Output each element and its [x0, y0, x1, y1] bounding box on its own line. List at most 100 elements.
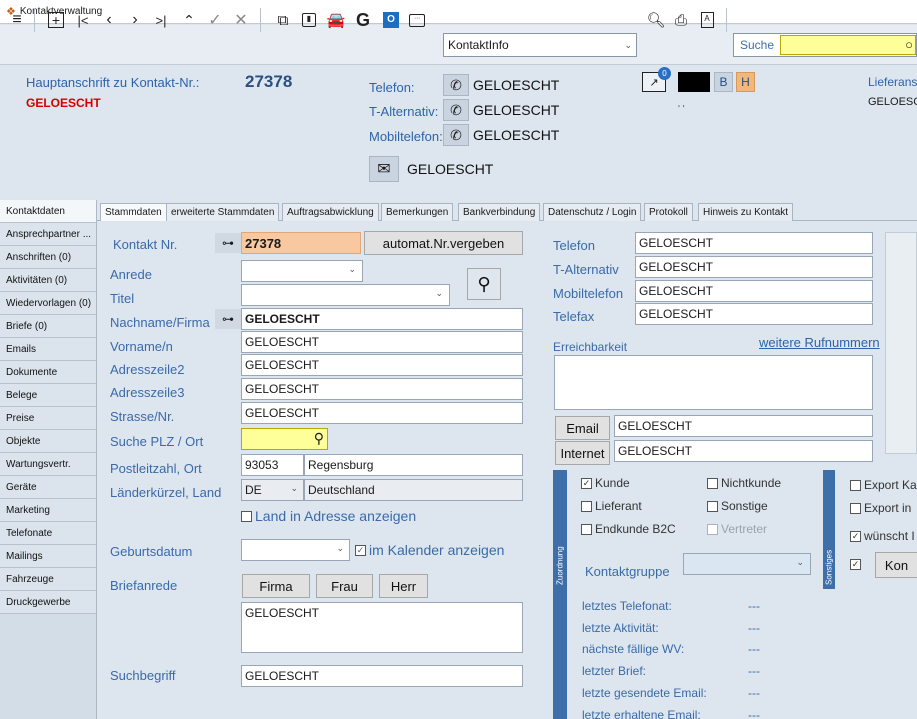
phone-icon[interactable]: ✆ — [443, 74, 469, 96]
email-button[interactable]: Email — [555, 416, 610, 440]
search-button[interactable]: ⚲ — [467, 268, 501, 300]
chart-icon[interactable]: ▮ — [298, 8, 320, 32]
pdf-icon[interactable]: A — [696, 8, 718, 32]
chevron-up-icon[interactable]: ⌃ — [178, 8, 200, 32]
add-record-button[interactable]: + — [44, 8, 68, 32]
sidebar-item-telefonate[interactable]: Telefonate — [0, 522, 96, 545]
extra-checkbox[interactable]: ✓ — [850, 559, 864, 570]
endkunde-checkbox[interactable]: Endkunde B2C — [581, 522, 676, 536]
suchbegriff-field[interactable]: GELOESCHT — [241, 665, 523, 687]
land-in-adresse-checkbox[interactable]: Land in Adresse anzeigen — [241, 508, 416, 524]
mobiltelefon-field[interactable]: GELOESCHT — [635, 280, 873, 302]
sidebar-item-objekte[interactable]: Objekte — [0, 430, 96, 453]
anrede-select[interactable]: ⌄ — [241, 260, 363, 282]
strasse-field[interactable]: GELOESCHT — [241, 402, 523, 424]
email-field[interactable]: GELOESCHT — [614, 415, 873, 437]
next-record-icon[interactable]: › — [124, 8, 146, 32]
lieferant-checkbox[interactable]: Lieferant — [581, 499, 642, 513]
firma-button[interactable]: Firma — [242, 574, 310, 598]
sidebar-item-briefe[interactable]: Briefe (0) — [0, 315, 96, 338]
frau-button[interactable]: Frau — [316, 574, 373, 598]
sidebar-item-anschriften[interactable]: Anschriften (0) — [0, 246, 96, 269]
vertreter-checkbox[interactable]: Vertreter — [707, 522, 767, 536]
telefax-field[interactable]: GELOESCHT — [635, 303, 873, 325]
b-button[interactable]: B — [714, 72, 733, 92]
search-input[interactable]: ○ — [780, 35, 916, 55]
keyboard-icon[interactable]: ⋯ — [406, 8, 428, 32]
tab-protokoll[interactable]: Protokoll — [644, 203, 693, 221]
internet-button[interactable]: Internet — [555, 441, 610, 465]
herr-button[interactable]: Herr — [379, 574, 428, 598]
sidebar-item-emails[interactable]: Emails — [0, 338, 96, 361]
sidebar-item-aktivitaeten[interactable]: Aktivitäten (0) — [0, 269, 96, 292]
previous-record-icon[interactable]: ‹ — [98, 8, 120, 32]
sidebar-item-druckgewerbe[interactable]: Druckgewerbe — [0, 591, 96, 614]
cancel-icon[interactable]: ✕ — [230, 8, 252, 32]
sidebar-item-kontaktdaten[interactable]: Kontaktdaten — [0, 200, 96, 223]
sidebar-item-belege[interactable]: Belege — [0, 384, 96, 407]
adresszeile3-field[interactable]: GELOESCHT — [241, 378, 523, 400]
tab-hinweis[interactable]: Hinweis zu Kontakt — [698, 203, 794, 221]
kontakt-nr-field[interactable]: 27378 — [241, 232, 361, 254]
tab-stammdaten[interactable]: Stammdaten — [100, 203, 167, 221]
nachname-field[interactable]: GELOESCHT — [241, 308, 523, 330]
phone-icon[interactable]: ✆ — [443, 124, 469, 146]
outlook-icon[interactable]: O — [380, 8, 402, 32]
tab-datenschutz[interactable]: Datenschutz / Login — [543, 203, 642, 221]
internet-field[interactable]: GELOESCHT — [614, 440, 873, 462]
copy-icon[interactable]: ⧉ — [272, 8, 294, 32]
export-ka-checkbox[interactable]: Export Ka — [850, 478, 917, 492]
nichtkunde-checkbox[interactable]: Nichtkunde — [707, 476, 781, 490]
mail-icon[interactable]: ✉ — [369, 156, 399, 182]
last-record-icon[interactable]: >| — [150, 8, 172, 32]
export-in-checkbox[interactable]: Export in — [850, 501, 911, 515]
first-record-icon[interactable]: |< — [72, 8, 94, 32]
t-alternativ-field[interactable]: GELOESCHT — [635, 256, 873, 278]
sidebar-item-fahrzeuge[interactable]: Fahrzeuge — [0, 568, 96, 591]
sonstige-checkbox[interactable]: Sonstige — [707, 499, 768, 513]
tab-auftragsabwicklung[interactable]: Auftragsabwicklung — [282, 203, 379, 221]
phone-icon[interactable]: ✆ — [443, 99, 469, 121]
sidebar-item-wartungsvertr[interactable]: Wartungsvertr. — [0, 453, 96, 476]
adresszeile2-field[interactable]: GELOESCHT — [241, 354, 523, 376]
kalender-checkbox[interactable]: ✓ im Kalender anzeigen — [355, 542, 504, 558]
vorname-field[interactable]: GELOESCHT — [241, 331, 523, 353]
land-code-select[interactable]: DE ⌄ — [241, 479, 304, 501]
car-icon[interactable]: 🚘 — [324, 8, 348, 32]
search-doc-icon[interactable]: 🔍︎ — [645, 8, 667, 32]
tab-bankverbindung[interactable]: Bankverbindung — [458, 203, 541, 221]
titel-select[interactable]: ⌄ — [241, 284, 450, 306]
google-icon[interactable]: G — [352, 8, 374, 32]
h-button[interactable]: H — [736, 72, 755, 92]
kunde-checkbox[interactable]: ✓ Kunde — [581, 476, 630, 490]
search-icon[interactable]: ○ — [905, 37, 913, 52]
sidebar-item-preise[interactable]: Preise — [0, 407, 96, 430]
plz-search-input[interactable]: ⚲ — [241, 428, 328, 450]
confirm-icon[interactable]: ✓ — [204, 8, 226, 32]
sidebar-item-ansprechpartner[interactable]: Ansprechpartner ... — [0, 223, 96, 246]
plz-field[interactable]: 93053 — [241, 454, 304, 476]
geburtsdatum-picker[interactable]: ⌄ — [241, 539, 350, 561]
kon-button[interactable]: Kon — [875, 552, 917, 578]
briefanrede-textarea[interactable]: GELOESCHT — [241, 602, 523, 653]
wuenscht-checkbox[interactable]: ✓ wünscht I — [850, 529, 915, 543]
ort-field[interactable]: Regensburg — [304, 454, 523, 476]
key-icon[interactable]: ⊶ — [215, 233, 241, 253]
tab-bemerkungen[interactable]: Bemerkungen — [381, 203, 454, 221]
sidebar-item-mailings[interactable]: Mailings — [0, 545, 96, 568]
view-combo[interactable]: KontaktInfo ⌄ — [443, 33, 637, 57]
tab-erweiterte-stammdaten[interactable]: erweiterte Stammdaten — [166, 203, 280, 221]
kontaktgruppe-select[interactable]: ⌄ — [683, 553, 811, 575]
auto-number-button[interactable]: automat.Nr.vergeben — [364, 231, 523, 255]
key-icon[interactable]: ⊶ — [215, 309, 241, 329]
erreichbarkeit-textarea[interactable] — [554, 355, 873, 410]
sidebar-item-marketing[interactable]: Marketing — [0, 499, 96, 522]
weitere-rufnummern-link[interactable]: weitere Rufnummern — [759, 335, 880, 350]
sidebar-item-dokumente[interactable]: Dokumente — [0, 361, 96, 384]
telefon-field[interactable]: GELOESCHT — [635, 232, 873, 254]
print-icon[interactable]: ⎙ — [670, 8, 692, 32]
search-icon[interactable]: ⚲ — [314, 430, 324, 447]
sidebar-item-geraete[interactable]: Geräte — [0, 476, 96, 499]
menu-icon[interactable]: ≡ — [6, 8, 28, 32]
sidebar-item-wiedervorlagen[interactable]: Wiedervorlagen (0) — [0, 292, 96, 315]
